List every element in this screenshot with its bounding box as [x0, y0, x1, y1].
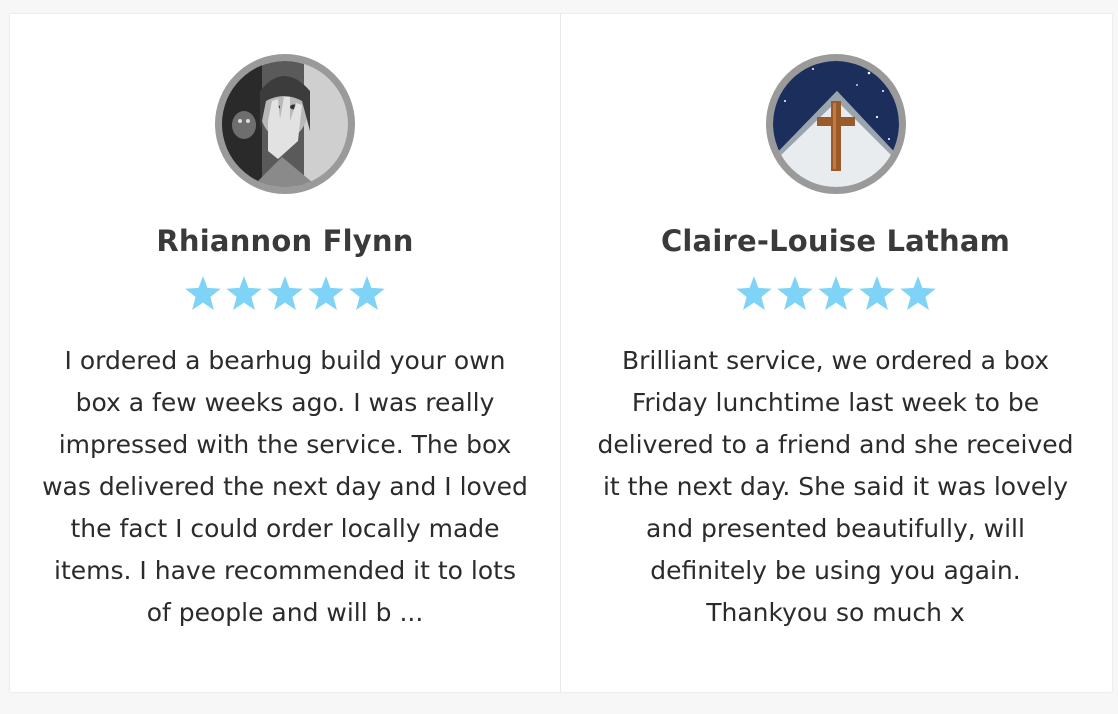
star-icon [226, 276, 262, 310]
review-text: Brilliant service, we ordered a box Frid… [597, 346, 1074, 627]
reviewer-name: Claire-Louise Latham [660, 224, 1011, 258]
star-rating [10, 276, 560, 310]
reviewer-avatar [215, 54, 355, 194]
star-icon [349, 276, 385, 310]
star-icon [817, 276, 854, 310]
star-icon [308, 276, 344, 310]
church-cross-icon [772, 61, 899, 187]
star-icon [899, 276, 936, 310]
reviews-container: Rhiannon Flynn I ordered a bearhug build… [10, 14, 1112, 692]
star-icon [185, 276, 221, 310]
review-card: Claire-Louise Latham Brilliant service, … [560, 14, 1110, 692]
star-icon [735, 276, 772, 310]
review-text: I ordered a bearhug build your own box a… [42, 346, 528, 627]
star-icon [267, 276, 303, 310]
reviewer-name: Rhiannon Flynn [156, 224, 414, 258]
woman-portrait-icon [222, 61, 348, 187]
star-rating [561, 276, 1110, 310]
star-icon [776, 276, 813, 310]
review-card: Rhiannon Flynn I ordered a bearhug build… [10, 14, 560, 692]
star-icon [858, 276, 895, 310]
reviewer-avatar [765, 54, 906, 194]
